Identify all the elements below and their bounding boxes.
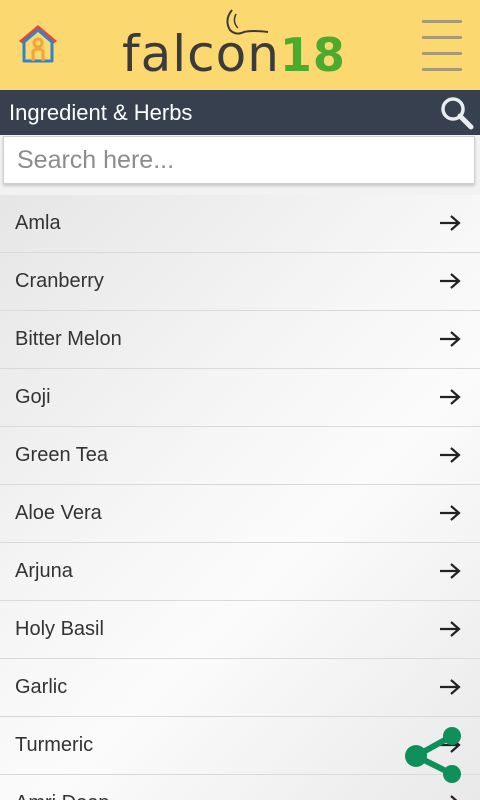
list-item-label: Arjuna <box>15 560 73 582</box>
list-item[interactable]: Arjuna <box>0 543 480 601</box>
logo-text: falcon18 <box>122 24 346 85</box>
list-item[interactable]: Green Tea <box>0 427 480 485</box>
arrow-right-icon <box>440 447 461 463</box>
share-button[interactable] <box>402 724 466 788</box>
list-item-label: Garlic <box>15 676 68 698</box>
list-item-label: Turmeric <box>15 734 94 756</box>
arrow-right-icon <box>440 563 461 579</box>
ingredient-list: Amla Cranberry Bitter Melon Goji Green T… <box>0 195 480 800</box>
logo-word: falcon <box>122 25 280 83</box>
list-item-label: Aloe Vera <box>15 502 102 524</box>
share-icon <box>405 727 461 783</box>
list-item-label: Goji <box>15 386 51 408</box>
list-item-label: Cranberry <box>15 270 104 292</box>
list-item[interactable]: Bitter Melon <box>0 311 480 369</box>
arrow-right-icon <box>440 331 461 347</box>
list-item-label: Amla <box>15 212 61 234</box>
arrow-right-icon <box>440 621 461 637</box>
page-title: Ingredient & Herbs <box>9 100 193 125</box>
arrow-right-icon <box>440 389 461 405</box>
title-bar: Ingredient & Herbs <box>0 90 480 135</box>
search-box <box>3 136 475 184</box>
list-item[interactable]: Cranberry <box>0 253 480 311</box>
arrow-right-icon <box>440 215 461 231</box>
hamburger-menu-icon-line <box>422 68 462 71</box>
app-screen: falcon18 Ingredient & Herbs Amla Cranber… <box>0 0 480 800</box>
hamburger-menu-icon-line <box>422 36 462 39</box>
arrow-right-icon <box>440 679 461 695</box>
search-icon <box>441 97 474 130</box>
hamburger-menu-icon <box>422 20 462 23</box>
search-button[interactable] <box>438 94 476 132</box>
top-bar: falcon18 <box>0 0 480 90</box>
list-item-label: Holy Basil <box>15 618 104 640</box>
logo-number: 18 <box>279 28 346 82</box>
list-item[interactable]: Goji <box>0 369 480 427</box>
hamburger-menu-icon-line <box>422 52 462 55</box>
list-item[interactable]: Garlic <box>0 659 480 717</box>
list-item-label: Green Tea <box>15 444 109 466</box>
arrow-right-icon <box>440 505 461 521</box>
arrow-right-icon <box>450 795 458 800</box>
list-item[interactable]: Holy Basil <box>0 601 480 659</box>
falcon18-logo: falcon18 <box>120 6 360 86</box>
list-item-label: Bitter Melon <box>15 328 122 350</box>
arrow-right-icon <box>440 273 461 289</box>
menu-button[interactable] <box>420 18 464 74</box>
home-icon <box>19 25 57 63</box>
search-input[interactable] <box>4 137 474 183</box>
home-button[interactable] <box>14 20 62 68</box>
list-item[interactable]: Aloe Vera <box>0 485 480 543</box>
list-item-label: Amri Deep <box>15 791 109 800</box>
list-item[interactable]: Amla <box>0 195 480 253</box>
